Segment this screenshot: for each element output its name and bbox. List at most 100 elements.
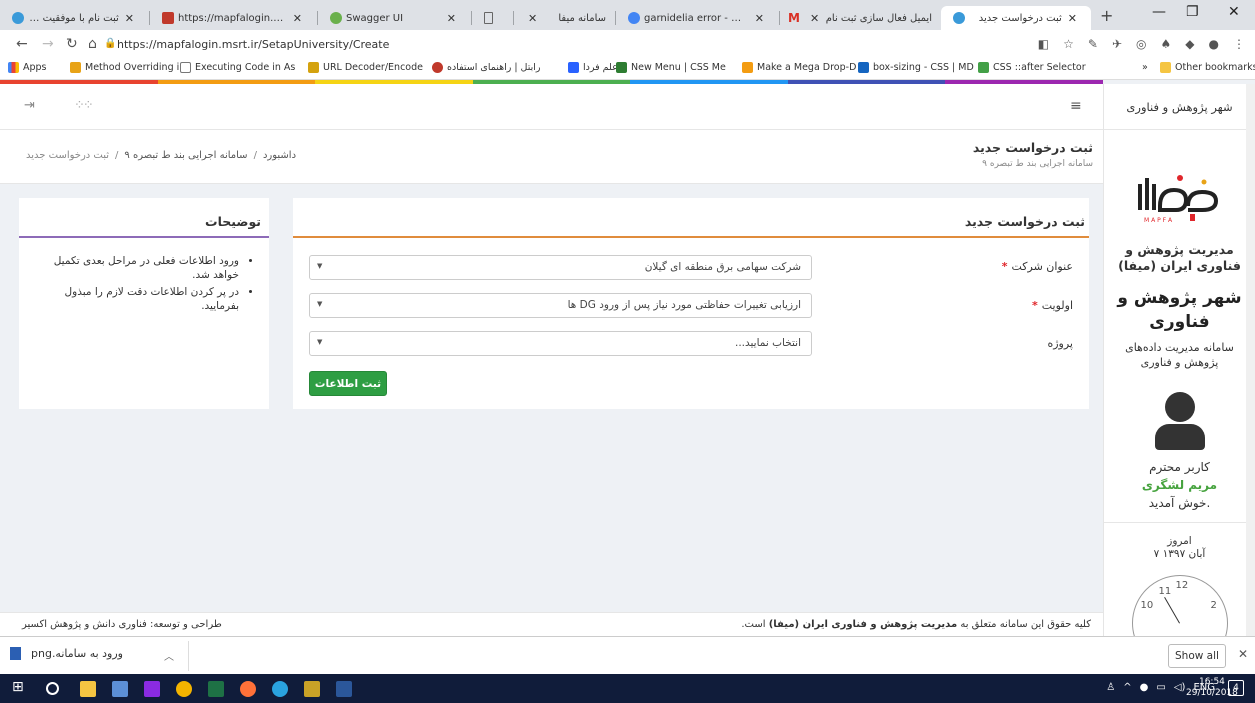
bookmark-label: Method Overriding in (85, 62, 186, 73)
bookmarks-bar: Apps Method Overriding in Executing Code… (0, 58, 1255, 80)
logout-icon[interactable]: ⇥ (24, 98, 35, 113)
hamburger-menu-icon[interactable]: ≡ (1070, 98, 1082, 114)
page-footer: کلیه حقوق این سامانه متعلق به مدیریت پژو… (0, 612, 1103, 636)
copyright-suffix: است. (741, 619, 766, 630)
excel-icon[interactable] (208, 681, 224, 697)
bookmark-favicon-icon (432, 62, 443, 73)
people-icon[interactable]: ♙ (1106, 682, 1115, 693)
network-icon[interactable]: ▭ (1156, 682, 1165, 693)
profile-icon[interactable]: ● (1209, 37, 1219, 51)
translate-icon[interactable]: ◧ (1038, 37, 1049, 51)
apps-grid-icon[interactable]: ⁘⁘ (74, 98, 94, 113)
page-scrollbar[interactable] (1246, 84, 1255, 636)
url-input[interactable]: https://mapfalogin.msrt.ir/SetapUniversi… (117, 38, 389, 51)
breadcrumb-item-system[interactable]: سامانه اجرایی بند ط تبصره ۹ (124, 150, 247, 161)
bookmark-item[interactable]: URL Decoder/Encode (308, 62, 423, 73)
close-icon[interactable]: ✕ (125, 12, 134, 25)
chevron-up-icon[interactable]: ︿ (164, 648, 174, 663)
company-select[interactable]: شرکت سهامی برق منطقه ای گیلان ▼ (309, 255, 812, 280)
volume-icon[interactable]: ◁) (1174, 682, 1186, 693)
window-close-button[interactable]: ✕ (1228, 4, 1240, 20)
page-icon (484, 12, 493, 24)
windows-start-icon[interactable]: ⊞ (12, 679, 28, 695)
new-tab-button[interactable]: + (1100, 6, 1113, 25)
bookmark-item[interactable]: رابتل | راهنمای استفاده (432, 62, 541, 73)
bookmark-favicon-icon (308, 62, 319, 73)
word-icon[interactable] (336, 681, 352, 697)
browser-tab[interactable]: M ✕ ایمیل فعال سازی ثبت نام (780, 6, 940, 30)
request-form-card: ثبت درخواست جدید عنوان شرکت* شرکت سهامی … (293, 198, 1089, 409)
home-icon[interactable]: ⌂ (88, 36, 97, 52)
camera-extension-icon[interactable]: ◎ (1136, 37, 1146, 51)
shield-extension-icon[interactable]: ◆ (1185, 37, 1194, 51)
notification-center-icon[interactable]: 4 (1228, 680, 1244, 696)
app-icon[interactable] (304, 681, 320, 697)
bookmark-item[interactable]: Method Overriding in (70, 62, 185, 73)
close-icon[interactable]: ✕ (810, 12, 819, 25)
star-icon[interactable]: ☆ (1063, 37, 1074, 51)
user-extension-icon[interactable]: ♠ (1161, 37, 1172, 51)
close-icon[interactable]: ✕ (755, 12, 764, 25)
copyright-text: کلیه حقوق این سامانه متعلق به مدیریت پژو… (741, 619, 1091, 630)
menu-dots-icon[interactable]: ⋮ (1233, 37, 1245, 51)
address-bar: ← → ↻ ⌂ 🔒 https://mapfalogin.msrt.ir/Set… (0, 30, 1255, 58)
list-item: در پر کردن اطلاعات دقت لازم را مبذول بفر… (33, 285, 239, 313)
browser-tab[interactable] (472, 6, 512, 30)
clock-number: 12 (1175, 580, 1189, 591)
search-icon[interactable] (46, 682, 59, 695)
bookmark-item[interactable]: box-sizing - CSS | MD (858, 62, 974, 73)
description-card: توضیحات ورود اطلاعات فعلی در مراحل بعدی … (19, 198, 269, 409)
browser-tab[interactable]: ثبت نام با موفقیت انجام شد ✕ (0, 6, 148, 30)
folder-icon (1160, 62, 1171, 73)
file-explorer-icon[interactable] (80, 681, 96, 697)
close-icon[interactable]: ✕ (528, 12, 537, 25)
chrome-icon[interactable] (176, 681, 192, 697)
telegram-tray-icon[interactable]: ● (1140, 682, 1149, 693)
browser-tab[interactable]: https://mapfalogin.msrt.ir ✕ (150, 6, 316, 30)
breadcrumb-item-dashboard[interactable]: داشبورد (263, 150, 296, 161)
close-icon[interactable]: ✕ (1238, 647, 1248, 661)
show-all-button[interactable]: Show all (1168, 644, 1226, 668)
pin-extension-icon[interactable]: ✈ (1112, 37, 1122, 51)
bookmark-item[interactable]: New Menu | CSS Me (616, 62, 726, 73)
project-select[interactable]: انتخاب نمایید... ▼ (309, 331, 812, 356)
bookmark-apps[interactable]: Apps (8, 62, 47, 73)
project-label: پروژه (1047, 337, 1073, 350)
site-favicon-icon (12, 12, 24, 24)
pen-extension-icon[interactable]: ✎ (1088, 37, 1098, 51)
bookmark-label: Executing Code in As (195, 62, 296, 73)
chevron-up-icon[interactable]: ^ (1123, 682, 1131, 693)
remote-desktop-icon[interactable] (112, 681, 128, 697)
maximize-button[interactable]: ❐ (1186, 4, 1199, 20)
tab-title: ثبت درخواست جدید (978, 12, 1062, 24)
browser-tab-active[interactable]: ثبت درخواست جدید ✕ (941, 6, 1091, 30)
reload-icon[interactable]: ↻ (66, 36, 78, 52)
back-arrow-icon[interactable]: ← (16, 36, 28, 52)
telegram-icon[interactable] (272, 681, 288, 697)
close-icon[interactable]: ✕ (1068, 12, 1077, 25)
priority-select[interactable]: ارزیابی تغییرات حفاظتی مورد نیاز پس از و… (309, 293, 812, 318)
download-item[interactable]: ورود به سامانه.png (10, 647, 123, 660)
other-bookmarks-folder[interactable]: Other bookmarks (1160, 62, 1255, 73)
select-value: انتخاب نمایید... (734, 337, 801, 349)
download-file-name: ورود به سامانه.png (31, 647, 123, 660)
bookmark-item[interactable]: Executing Code in As (180, 62, 295, 73)
minimize-button[interactable]: — (1152, 4, 1166, 20)
submit-button[interactable]: ثبت اطلاعات (309, 371, 387, 396)
browser-tab[interactable]: Swagger UI ✕ (318, 6, 470, 30)
forward-arrow-icon[interactable]: → (42, 36, 54, 52)
close-icon[interactable]: ✕ (293, 12, 302, 25)
bookmark-item[interactable]: Make a Mega Drop-D (742, 62, 856, 73)
close-icon[interactable]: ✕ (447, 12, 456, 25)
lock-icon: 🔒 (104, 38, 117, 49)
tab-title: سامانه میفا (558, 12, 606, 24)
more-bookmarks-button[interactable]: » (1142, 62, 1148, 73)
bookmark-item[interactable]: CSS ::after Selector (978, 62, 1086, 73)
browser-tab[interactable]: ✕ سامانه میفا (514, 6, 614, 30)
bookmark-label: box-sizing - CSS | MD (873, 62, 974, 73)
firefox-icon[interactable] (240, 681, 256, 697)
visual-studio-icon[interactable] (144, 681, 160, 697)
site-favicon-icon (162, 12, 174, 24)
browser-tab[interactable]: garnidelia error - Google ✕ (616, 6, 778, 30)
bookmark-item[interactable]: علم فردا (568, 62, 618, 73)
